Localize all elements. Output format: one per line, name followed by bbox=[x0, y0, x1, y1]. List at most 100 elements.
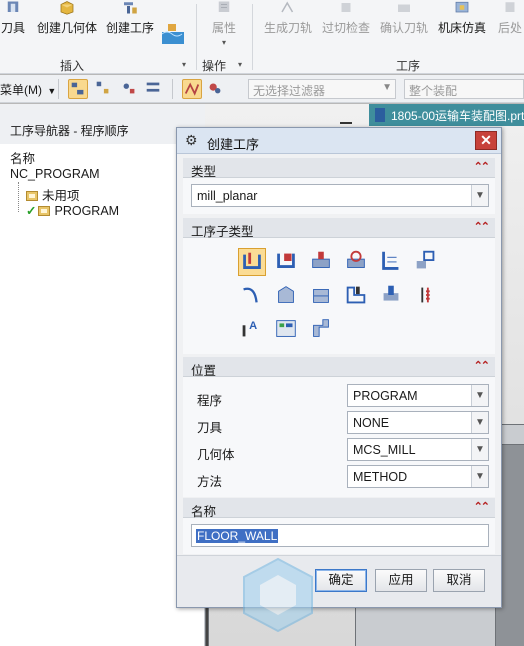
program-label: 程序 bbox=[197, 394, 223, 408]
ribbon-create-geometry-button[interactable]: 创建几何体 bbox=[34, 0, 100, 56]
method-value: METHOD bbox=[353, 470, 408, 484]
ribbon-button-label: 确认刀轨 bbox=[379, 21, 428, 35]
type-section: mill_planar ▼ bbox=[183, 178, 495, 214]
group-expand-icon[interactable]: ▾ bbox=[238, 60, 242, 69]
ribbon-button-label: 创建工序 bbox=[105, 21, 154, 35]
floor-wall-icon[interactable] bbox=[238, 248, 266, 276]
mill-user-icon[interactable] bbox=[308, 316, 336, 344]
program-order-view-icon[interactable] bbox=[68, 79, 88, 99]
ribbon-properties-button[interactable]: 属性 bbox=[204, 0, 244, 56]
pin-icon bbox=[375, 108, 385, 122]
method-select[interactable]: METHOD ▼ bbox=[347, 465, 489, 488]
ribbon-button-label: 过切检查 bbox=[321, 21, 370, 35]
navigator-header: 工序导航器 - 程序顺序 bbox=[0, 104, 205, 144]
group-label-process: 工序 bbox=[396, 59, 421, 73]
collapse-icon[interactable]: ⌃⌃ bbox=[474, 359, 491, 372]
close-button[interactable]: ✕ bbox=[475, 131, 497, 150]
ribbon: 刀具 创建几何体 创建工序 插入 ▾ 属性 ▾ 操作 ▾ 生成刀轨 过切检查 确… bbox=[0, 0, 524, 74]
assembly-scope-select[interactable]: 整个装配 bbox=[404, 79, 524, 99]
tree-root[interactable]: NC_PROGRAM bbox=[10, 167, 100, 181]
orient-path-icon[interactable] bbox=[182, 79, 202, 99]
planar-text-icon[interactable]: A bbox=[238, 316, 266, 344]
location-section-header[interactable]: 位置 ⌃⌃ bbox=[183, 357, 495, 378]
hole-chamfer-icon[interactable] bbox=[378, 282, 406, 310]
ribbon-generate-path-button[interactable]: 生成刀轨 bbox=[260, 0, 316, 56]
ribbon-gouge-check-button[interactable]: 过切检查 bbox=[318, 0, 374, 56]
location-section: 程序 PROGRAM ▼ 刀具 NONE ▼ 几何体 MCS_MILL ▼ 方法… bbox=[183, 377, 495, 497]
tool-select[interactable]: NONE ▼ bbox=[347, 411, 489, 434]
tree-item[interactable]: ✓ PROGRAM bbox=[26, 203, 119, 218]
ribbon-create-operation-button[interactable]: 创建工序 bbox=[104, 0, 156, 56]
thread-milling-icon[interactable] bbox=[413, 282, 441, 310]
geometry-label: 几何体 bbox=[197, 448, 235, 462]
selection-filter-value: 无选择过滤器 bbox=[253, 84, 326, 98]
group-expand-icon[interactable]: ▾ bbox=[182, 60, 186, 69]
method-label: 方法 bbox=[197, 475, 223, 489]
ribbon-button-label: 创建几何体 bbox=[36, 21, 97, 35]
machine-tool-view-icon[interactable] bbox=[94, 79, 114, 99]
collapse-icon[interactable]: ⌃⌃ bbox=[474, 500, 491, 513]
document-tab[interactable]: 1805-00运输车装配图.prt bbox=[369, 104, 524, 126]
cleanup-corners-icon[interactable] bbox=[238, 282, 266, 310]
chevron-down-icon: ▼ bbox=[471, 439, 488, 460]
dialog-titlebar[interactable]: ⚙ 创建工序 ✕ bbox=[177, 128, 501, 154]
ok-button[interactable]: 确定 bbox=[315, 569, 367, 592]
ribbon-button-label: 机床仿真 bbox=[437, 21, 486, 35]
postprocess-icon bbox=[505, 2, 515, 12]
tool-value: NONE bbox=[353, 416, 390, 430]
column-header-name[interactable]: 名称 bbox=[10, 148, 35, 167]
tree-item[interactable]: 未用项 bbox=[26, 185, 80, 204]
type-select[interactable]: mill_planar ▼ bbox=[191, 184, 489, 207]
machine-sim-icon bbox=[455, 1, 469, 13]
gouge-check-icon bbox=[341, 3, 351, 12]
collapse-icon[interactable]: ⌃⌃ bbox=[474, 160, 491, 173]
collapse-icon[interactable]: ⌃⌃ bbox=[474, 220, 491, 233]
ribbon-button-label: 后处 bbox=[497, 21, 522, 35]
program-select[interactable]: PROGRAM ▼ bbox=[347, 384, 489, 407]
menu-button[interactable]: 菜单(M) ▼ bbox=[0, 79, 56, 99]
subtype-section-header[interactable]: 工序子类型 ⌃⌃ bbox=[183, 218, 495, 239]
verify-path-icon bbox=[398, 4, 410, 12]
planar-profile-icon[interactable] bbox=[413, 248, 441, 276]
dialog-footer: 确定 应用 取消 bbox=[177, 555, 501, 607]
chevron-down-icon: ▼ bbox=[471, 466, 488, 487]
display-path-icon[interactable] bbox=[206, 79, 226, 99]
cancel-button[interactable]: 取消 bbox=[433, 569, 485, 592]
face-milling-icon[interactable] bbox=[308, 248, 336, 276]
apply-button[interactable]: 应用 bbox=[375, 569, 427, 592]
face-milling-manual-icon[interactable] bbox=[343, 248, 371, 276]
navigator-title: 工序导航器 - 程序顺序 bbox=[10, 124, 129, 138]
gear-icon[interactable]: ⚙ bbox=[185, 133, 199, 147]
dialog-title: 创建工序 bbox=[207, 137, 260, 152]
ribbon-machine-sim-button[interactable]: 机床仿真 bbox=[434, 0, 490, 56]
tree-item-label: 未用项 bbox=[42, 189, 80, 203]
properties-dropdown-icon[interactable]: ▾ bbox=[222, 38, 226, 47]
create-operation-dialog: ⚙ 创建工序 ✕ 类型 ⌃⌃ mill_planar ▼ 工序子类型 ⌃⌃ A … bbox=[176, 127, 502, 608]
operation-name-input[interactable]: FLOOR_WALL bbox=[191, 524, 489, 547]
selection-filter-select[interactable]: 无选择过滤器 ▼ bbox=[248, 79, 396, 99]
water-icon[interactable] bbox=[160, 22, 186, 48]
subtype-section: A bbox=[183, 238, 495, 354]
ribbon-verify-path-button[interactable]: 确认刀轨 bbox=[376, 0, 432, 56]
name-section-header[interactable]: 名称 ⌃⌃ bbox=[183, 498, 495, 519]
model-edge bbox=[205, 604, 209, 646]
planar-mill-icon[interactable] bbox=[378, 248, 406, 276]
chevron-down-icon: ▼ bbox=[471, 185, 488, 206]
mill-control-icon[interactable] bbox=[273, 316, 301, 344]
type-section-header[interactable]: 类型 ⌃⌃ bbox=[183, 158, 495, 179]
ribbon-postprocess-button[interactable]: 后处 bbox=[490, 0, 524, 56]
group-label-insert: 插入 bbox=[60, 59, 85, 73]
generate-path-icon bbox=[281, 1, 294, 13]
finish-floor-icon[interactable] bbox=[308, 282, 336, 310]
ribbon-tool-button[interactable]: 刀具 bbox=[0, 0, 30, 56]
tree-item-label: PROGRAM bbox=[54, 204, 120, 218]
geometry-view-icon[interactable] bbox=[120, 79, 140, 99]
geometry-select[interactable]: MCS_MILL ▼ bbox=[347, 438, 489, 461]
method-view-icon[interactable] bbox=[144, 79, 164, 99]
groove-milling-icon[interactable] bbox=[343, 282, 371, 310]
tool-icon bbox=[7, 1, 19, 12]
floor-wall-is-icon[interactable] bbox=[273, 248, 301, 276]
finish-walls-icon[interactable] bbox=[273, 282, 301, 310]
type-select-value: mill_planar bbox=[197, 189, 258, 203]
chevron-down-icon: ▼ bbox=[471, 412, 488, 433]
